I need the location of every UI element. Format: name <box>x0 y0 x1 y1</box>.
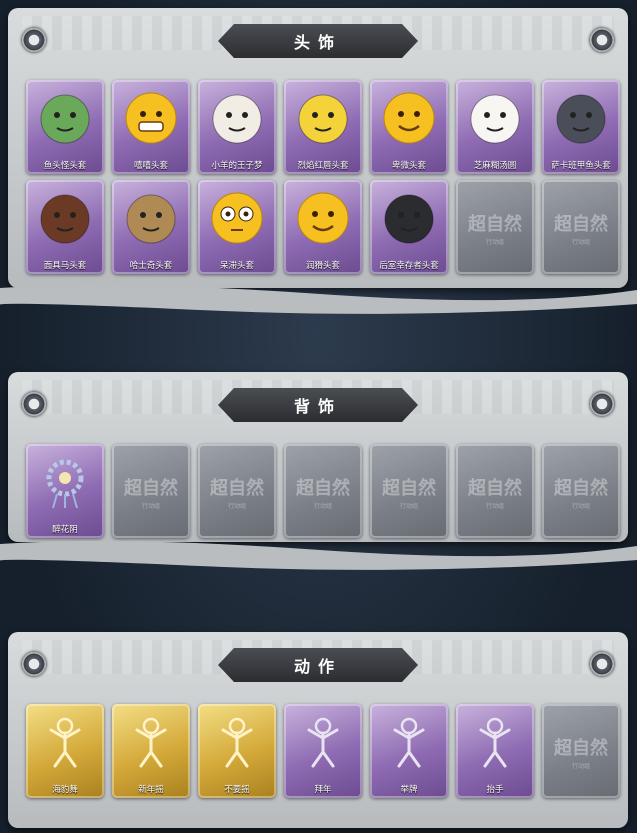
ornament-icon <box>590 652 614 676</box>
section-banner: 背饰 <box>218 388 418 422</box>
item-label: 不要摇 <box>224 785 250 795</box>
section-title: 背饰 <box>293 397 342 416</box>
panel-scroll-edge <box>0 541 637 570</box>
headwear-panel: 头饰 鱼头怪头套 嘻嘻头套 小羊的王子梦 烈焰红唇头套 卑微头套 芝麻糊汤圆 萨卡班甲鱼头套… <box>8 8 628 288</box>
item-label: 烈焰红唇头套 <box>297 161 349 171</box>
item-card[interactable]: 呆滞头套 <box>198 180 276 274</box>
watermark-main: 超自然 <box>554 478 608 499</box>
ornament-icon <box>590 392 614 416</box>
item-label: 萨卡班甲鱼头套 <box>551 161 611 171</box>
watermark-sub: 行动组 <box>399 503 418 510</box>
item-card[interactable]: 嘻嘻头套 <box>112 80 190 174</box>
watermark-main: 超自然 <box>124 478 178 499</box>
actions-grid: 海豹舞 新年摇 不要摇 拜年 举牌 抬手 超自然行动组 <box>26 704 620 798</box>
section-banner: 头饰 <box>218 24 418 58</box>
section-banner: 动作 <box>218 648 418 682</box>
item-label: 小羊的王子梦 <box>211 161 263 171</box>
watermark-sub: 行动组 <box>485 503 504 510</box>
watermark-logo: 超自然 行动组 <box>456 210 534 246</box>
item-label: 芝麻糊汤圆 <box>473 161 517 171</box>
watermark-main: 超自然 <box>296 478 350 499</box>
ornament-icon <box>22 392 46 416</box>
empty-slot[interactable]: 超自然 行动组 <box>542 704 620 798</box>
empty-slot[interactable]: 超自然 行动组 <box>284 444 362 538</box>
watermark-logo: 超自然 行动组 <box>198 474 276 510</box>
watermark-sub: 行动组 <box>141 503 160 510</box>
item-card[interactable]: 面具马头套 <box>26 180 104 274</box>
section-title: 动作 <box>293 657 342 676</box>
item-label: 新年摇 <box>138 785 164 795</box>
item-label: 醉花阴 <box>52 525 78 535</box>
item-card[interactable]: 卑微头套 <box>370 80 448 174</box>
watermark-main: 超自然 <box>554 738 608 759</box>
item-card[interactable]: 烈焰红唇头套 <box>284 80 362 174</box>
empty-slot[interactable]: 超自然 行动组 <box>542 444 620 538</box>
item-label: 海豹舞 <box>52 785 78 795</box>
watermark-main: 超自然 <box>554 214 608 235</box>
ornament-icon <box>22 652 46 676</box>
empty-slot[interactable]: 超自然 行动组 <box>112 444 190 538</box>
item-card[interactable]: 海豹舞 <box>26 704 104 798</box>
item-label: 呆滞头套 <box>219 261 254 271</box>
item-label: 抬手 <box>486 785 504 795</box>
watermark-logo: 超自然 行动组 <box>542 474 620 510</box>
watermark-main: 超自然 <box>468 478 522 499</box>
watermark-sub: 行动组 <box>571 239 590 246</box>
watermark-logo: 超自然 行动组 <box>112 474 190 510</box>
item-card[interactable]: 不要摇 <box>198 704 276 798</box>
headwear-grid: 鱼头怪头套 嘻嘻头套 小羊的王子梦 烈焰红唇头套 卑微头套 芝麻糊汤圆 萨卡班甲鱼头套面具马… <box>26 80 620 274</box>
backwear-panel: 背饰 醉花阴 超自然 行动组 超自然 行动组 超自然 行动组 超自然 行动组 超自然 行动组 超自然行… <box>8 372 628 542</box>
empty-slot[interactable]: 超自然 行动组 <box>370 444 448 538</box>
item-card[interactable]: 举牌 <box>370 704 448 798</box>
item-card[interactable]: 后室幸存者头套 <box>370 180 448 274</box>
watermark-sub: 行动组 <box>571 503 590 510</box>
watermark-sub: 行动组 <box>313 503 332 510</box>
item-label: 拜年 <box>314 785 332 795</box>
item-label: 润猾头套 <box>305 261 340 271</box>
item-card[interactable]: 萨卡班甲鱼头套 <box>542 80 620 174</box>
empty-slot[interactable]: 超自然 行动组 <box>542 180 620 274</box>
watermark-logo: 超自然 行动组 <box>284 474 362 510</box>
empty-slot[interactable]: 超自然 行动组 <box>198 444 276 538</box>
item-label: 鱼头怪头套 <box>43 161 87 171</box>
item-label: 卑微头套 <box>391 161 426 171</box>
item-card[interactable]: 润猾头套 <box>284 180 362 274</box>
section-title: 头饰 <box>293 33 342 52</box>
empty-slot[interactable]: 超自然 行动组 <box>456 180 534 274</box>
watermark-logo: 超自然 行动组 <box>370 474 448 510</box>
watermark-main: 超自然 <box>382 478 436 499</box>
watermark-logo: 超自然 行动组 <box>456 474 534 510</box>
watermark-sub: 行动组 <box>227 503 246 510</box>
item-label: 后室幸存者头套 <box>379 261 439 271</box>
item-card[interactable]: 拜年 <box>284 704 362 798</box>
item-label: 嘻嘻头套 <box>133 161 168 171</box>
item-card[interactable]: 芝麻糊汤圆 <box>456 80 534 174</box>
item-label: 举牌 <box>400 785 418 795</box>
item-card[interactable]: 鱼头怪头套 <box>26 80 104 174</box>
item-card[interactable]: 小羊的王子梦 <box>198 80 276 174</box>
item-card[interactable]: 抬手 <box>456 704 534 798</box>
actions-panel: 动作 海豹舞 新年摇 不要摇 拜年 举牌 抬手 超自然行动组 <box>8 632 628 828</box>
watermark-sub: 行动组 <box>571 763 590 770</box>
item-label: 哈士奇头套 <box>129 261 173 271</box>
watermark-main: 超自然 <box>468 214 522 235</box>
item-card[interactable]: 醉花阴 <box>26 444 104 538</box>
ornament-icon <box>590 28 614 52</box>
backwear-grid: 醉花阴 超自然 行动组 超自然 行动组 超自然 行动组 超自然 行动组 超自然 行动组 超自然 行动组 <box>26 444 620 538</box>
item-card[interactable]: 哈士奇头套 <box>112 180 190 274</box>
panel-scroll-edge <box>0 285 637 314</box>
watermark-logo: 超自然 行动组 <box>542 734 620 770</box>
empty-slot[interactable]: 超自然 行动组 <box>456 444 534 538</box>
watermark-main: 超自然 <box>210 478 264 499</box>
item-card[interactable]: 新年摇 <box>112 704 190 798</box>
watermark-sub: 行动组 <box>485 239 504 246</box>
watermark-logo: 超自然 行动组 <box>542 210 620 246</box>
item-label: 面具马头套 <box>43 261 87 271</box>
ornament-icon <box>22 28 46 52</box>
